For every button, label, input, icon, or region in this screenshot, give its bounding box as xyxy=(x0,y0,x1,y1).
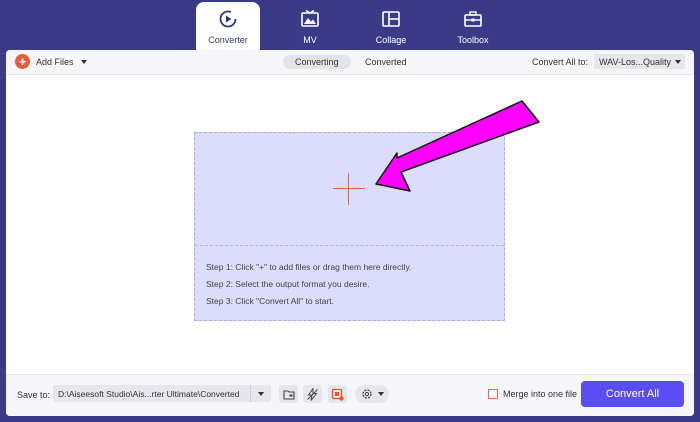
save-path-value: D:\Aiseesoft Studio\Ais...rter Ultimate\… xyxy=(58,388,240,399)
instruction-step-3: Step 3: Click "Convert All" to start. xyxy=(206,296,334,306)
tab-mv[interactable]: MV xyxy=(278,2,342,50)
bottom-bar: Save to: D:\Aiseesoft Studio\Ais...rter … xyxy=(6,374,694,416)
file-drop-zone[interactable]: Step 1: Click "+" to add files or drag t… xyxy=(194,132,505,321)
gear-icon xyxy=(361,389,372,399)
instruction-step-2: Step 2: Select the output format you des… xyxy=(206,279,370,289)
tab-converter[interactable]: Converter xyxy=(196,2,260,50)
checkbox-box[interactable] xyxy=(488,389,498,399)
save-to-label: Save to: xyxy=(17,390,51,400)
folder-icon xyxy=(282,389,295,400)
add-icon: + xyxy=(15,54,30,69)
tab-converted-label: Converted xyxy=(365,57,407,67)
drop-zone-divider xyxy=(195,245,504,246)
hardware-acceleration-button[interactable] xyxy=(303,385,322,403)
toolbox-icon xyxy=(464,11,482,27)
chevron-down-icon xyxy=(675,59,681,64)
chevron-down-icon xyxy=(377,392,384,396)
tab-converting[interactable]: Converting xyxy=(283,55,351,69)
converter-icon xyxy=(219,10,237,28)
tab-collage-label: Collage xyxy=(375,35,407,45)
add-files-label: Add Files xyxy=(36,56,74,67)
chevron-down-icon xyxy=(258,391,264,396)
chevron-down-icon[interactable] xyxy=(80,59,87,64)
tab-converter-label: Converter xyxy=(208,35,248,45)
settings-button[interactable] xyxy=(355,385,389,403)
merge-label: Merge into one file xyxy=(503,389,578,399)
converter-panel: + Add Files Converting Converted Convert… xyxy=(6,50,694,416)
tab-converting-label: Converting xyxy=(295,57,339,67)
tab-toolbox[interactable]: Toolbox xyxy=(441,2,505,50)
merge-into-one-file-checkbox[interactable]: Merge into one file xyxy=(488,389,577,399)
add-file-plus-icon[interactable] xyxy=(333,173,365,205)
convert-all-to-label: Convert All to: xyxy=(531,56,588,67)
gpu-icon xyxy=(331,388,344,401)
convert-all-to: Convert All to: WAV-Los...Quality xyxy=(532,54,685,69)
high-speed-conversion-button[interactable] xyxy=(328,385,347,403)
convert-all-button[interactable]: Convert All xyxy=(581,381,684,407)
tab-collage[interactable]: Collage xyxy=(359,2,423,50)
converter-toolbar: + Add Files Converting Converted Convert… xyxy=(6,50,694,75)
lightning-off-icon xyxy=(307,387,318,401)
output-format-value: WAV-Los...Quality xyxy=(599,56,671,67)
tab-mv-label: MV xyxy=(303,35,317,45)
top-navigation: Converter MV Collage Toolbox xyxy=(0,0,700,50)
tab-converted[interactable]: Converted xyxy=(353,55,419,69)
collage-icon xyxy=(382,11,400,27)
mv-icon xyxy=(301,9,319,27)
output-format-select[interactable]: WAV-Los...Quality xyxy=(594,54,685,69)
save-path-select[interactable]: D:\Aiseesoft Studio\Ais...rter Ultimate\… xyxy=(53,385,271,402)
open-folder-button[interactable] xyxy=(279,385,298,403)
add-files-button[interactable]: + Add Files xyxy=(15,54,87,69)
convert-all-label: Convert All xyxy=(605,388,660,400)
instruction-step-1: Step 1: Click "+" to add files or drag t… xyxy=(206,262,412,272)
tab-toolbox-label: Toolbox xyxy=(457,35,489,45)
